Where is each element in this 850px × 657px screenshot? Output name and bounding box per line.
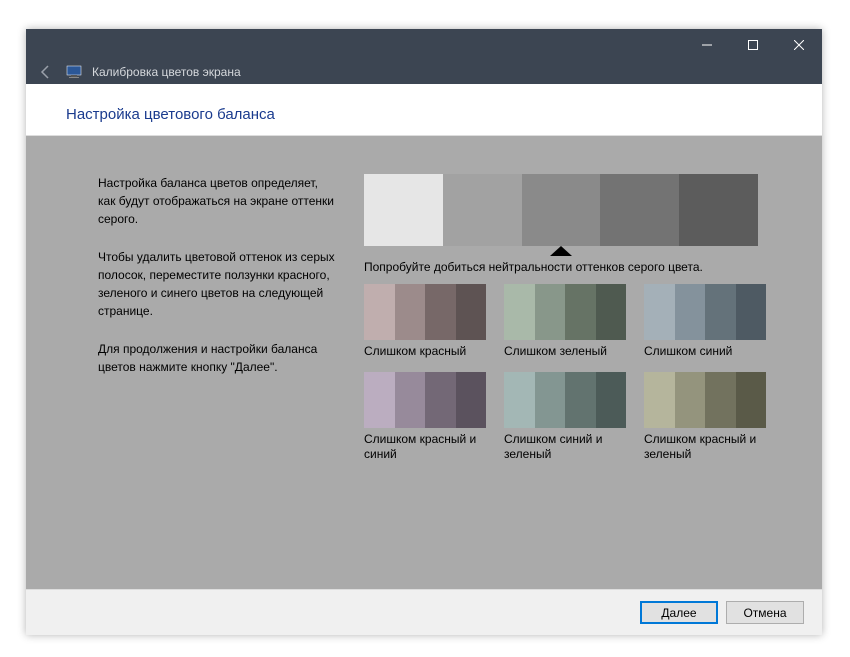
color-swatch bbox=[565, 284, 596, 340]
gray-swatch bbox=[600, 174, 679, 246]
color-swatch bbox=[535, 284, 566, 340]
paragraph-2: Чтобы удалить цветовой оттенок из серых … bbox=[98, 248, 338, 320]
next-button[interactable]: Далее bbox=[640, 601, 718, 624]
example-label: Слишком синий bbox=[644, 344, 766, 358]
example-1: Слишком зеленый bbox=[504, 284, 626, 358]
content-area: Настройка цветового баланса Настройка ба… bbox=[26, 84, 822, 635]
header-bar: Калибровка цветов экрана bbox=[26, 60, 822, 84]
instruction-text: Попробуйте добиться нейтральности оттенк… bbox=[364, 260, 798, 274]
color-swatch bbox=[425, 284, 456, 340]
footer-bar: Далее Отмена bbox=[26, 589, 822, 635]
minimize-button[interactable] bbox=[684, 29, 730, 60]
color-swatch bbox=[535, 372, 566, 428]
color-swatch bbox=[456, 372, 487, 428]
color-swatch bbox=[596, 372, 627, 428]
maximize-button[interactable] bbox=[730, 29, 776, 60]
color-swatch bbox=[456, 284, 487, 340]
color-swatch bbox=[644, 372, 675, 428]
cancel-button[interactable]: Отмена bbox=[726, 601, 804, 624]
example-0: Слишком красный bbox=[364, 284, 486, 358]
example-strip bbox=[504, 284, 626, 340]
color-swatch bbox=[504, 372, 535, 428]
color-swatch bbox=[675, 372, 706, 428]
color-swatch bbox=[565, 372, 596, 428]
example-label: Слишком зеленый bbox=[504, 344, 626, 358]
color-swatch bbox=[675, 284, 706, 340]
color-swatch bbox=[504, 284, 535, 340]
examples-column: Попробуйте добиться нейтральности оттенк… bbox=[364, 174, 798, 579]
example-label: Слишком красный и зеленый bbox=[644, 432, 766, 461]
color-swatch bbox=[736, 284, 767, 340]
gray-swatch bbox=[679, 174, 758, 246]
example-strip bbox=[504, 372, 626, 428]
paragraph-3: Для продолжения и настройки баланса цвет… bbox=[98, 340, 338, 376]
neutral-gray-strip bbox=[364, 174, 758, 246]
color-swatch bbox=[736, 372, 767, 428]
example-strip bbox=[644, 372, 766, 428]
color-swatch bbox=[364, 284, 395, 340]
gray-swatch bbox=[364, 174, 443, 246]
app-title: Калибровка цветов экрана bbox=[92, 65, 241, 79]
description-column: Настройка баланса цветов определяет, как… bbox=[98, 174, 338, 579]
main-area: Настройка баланса цветов определяет, как… bbox=[26, 136, 822, 589]
color-swatch bbox=[705, 284, 736, 340]
titlebar bbox=[26, 29, 822, 60]
color-swatch bbox=[644, 284, 675, 340]
color-swatch bbox=[425, 372, 456, 428]
color-swatch bbox=[395, 372, 426, 428]
paragraph-1: Настройка баланса цветов определяет, как… bbox=[98, 174, 338, 228]
example-strip bbox=[644, 284, 766, 340]
gray-swatch bbox=[443, 174, 522, 246]
color-swatch bbox=[705, 372, 736, 428]
example-strip bbox=[364, 372, 486, 428]
color-swatch bbox=[364, 372, 395, 428]
pointer-icon bbox=[364, 246, 758, 260]
color-swatch bbox=[596, 284, 627, 340]
example-4: Слишком синий и зеленый bbox=[504, 372, 626, 461]
example-label: Слишком синий и зеленый bbox=[504, 432, 626, 461]
example-5: Слишком красный и зеленый bbox=[644, 372, 766, 461]
close-button[interactable] bbox=[776, 29, 822, 60]
example-label: Слишком красный и синий bbox=[364, 432, 486, 461]
example-2: Слишком синий bbox=[644, 284, 766, 358]
calibration-window: Калибровка цветов экрана Настройка цвето… bbox=[26, 29, 822, 635]
gray-swatch bbox=[522, 174, 601, 246]
color-swatch bbox=[395, 284, 426, 340]
back-button[interactable] bbox=[36, 62, 56, 82]
examples-grid: Слишком красный Слишком зеленый Слишком си… bbox=[364, 284, 798, 461]
page-title: Настройка цветового баланса bbox=[26, 84, 822, 136]
example-strip bbox=[364, 284, 486, 340]
app-icon bbox=[66, 65, 82, 79]
example-3: Слишком красный и синий bbox=[364, 372, 486, 461]
example-label: Слишком красный bbox=[364, 344, 486, 358]
